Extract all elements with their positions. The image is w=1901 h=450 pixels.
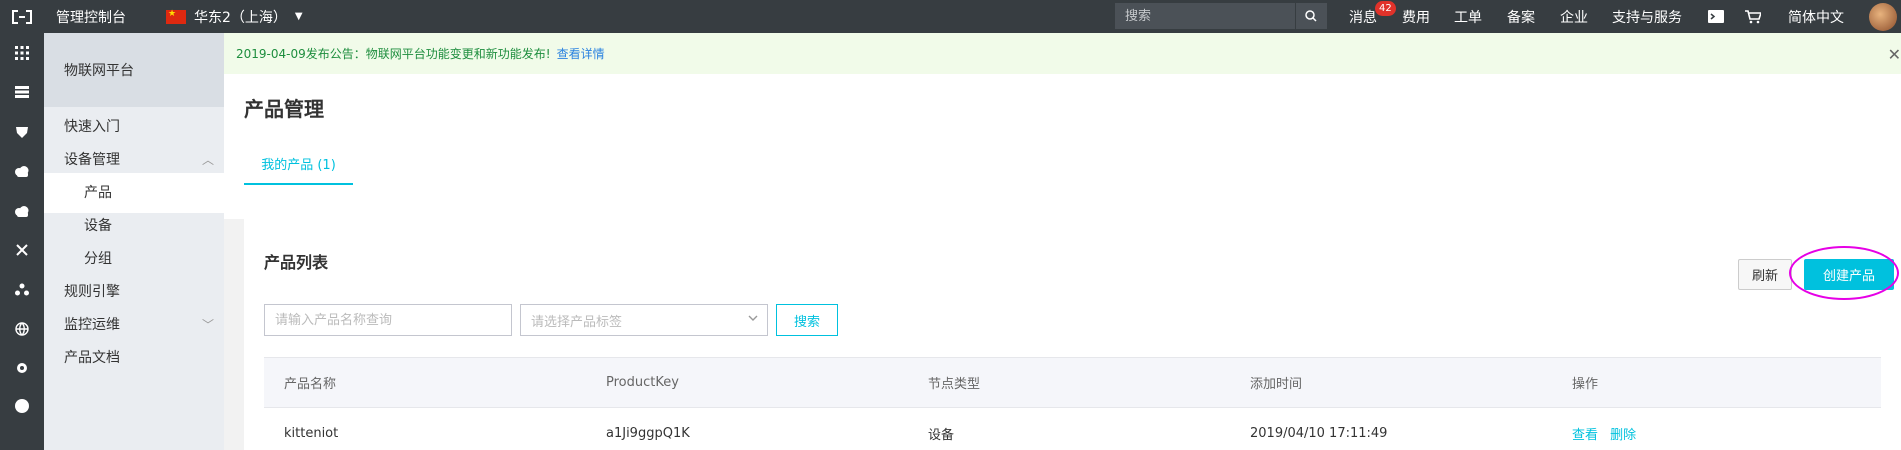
column-header-time: 添加时间 [1250, 377, 1303, 392]
sidebar-item-label: 设备管理 [64, 152, 120, 168]
nav-tickets-label: 工单 [1454, 9, 1482, 26]
cell-node-type: 设备 [928, 427, 955, 443]
sidebar-item-label: 设备 [84, 218, 112, 234]
aliyun-logo-icon[interactable] [0, 0, 44, 33]
tab-my-products[interactable]: 我的产品 (1) [244, 144, 353, 185]
delete-link[interactable]: 删除 [1610, 428, 1636, 443]
shield-icon[interactable] [12, 122, 32, 142]
close-icon[interactable]: ✕ [1888, 45, 1901, 64]
caret-down-icon: ▼ [294, 11, 303, 22]
sidebar-item-label: 产品 [84, 185, 112, 201]
product-table: 产品名称 ProductKey 节点类型 添加时间 操作 kitteniot a… [264, 357, 1881, 450]
nav-tickets[interactable]: 工单 [1454, 0, 1482, 33]
grid-menu-icon[interactable] [12, 43, 32, 63]
nodes-icon[interactable] [12, 279, 32, 299]
network-icon[interactable] [12, 240, 32, 260]
avatar[interactable] [1869, 3, 1897, 31]
cell-time: 2019/04/10 17:11:49 [1250, 425, 1388, 441]
region-selector[interactable]: 华东2（上海） ▼ [166, 7, 303, 27]
sidebar-item-docs[interactable]: 产品文档 [44, 338, 224, 378]
search-button[interactable]: 搜索 [776, 304, 838, 336]
view-link[interactable]: 查看 [1572, 428, 1598, 443]
column-header-node-type: 节点类型 [928, 377, 981, 392]
server-icon[interactable] [12, 82, 32, 102]
cart-icon[interactable] [1745, 0, 1761, 33]
table-header: 产品名称 ProductKey 节点类型 添加时间 操作 [264, 357, 1881, 408]
language-selector[interactable]: 简体中文 [1788, 0, 1844, 33]
globe-icon[interactable] [12, 319, 32, 339]
cloud-upload-icon[interactable] [12, 201, 32, 221]
nav-enterprise[interactable]: 企业 [1560, 0, 1588, 33]
product-name-search-input[interactable] [264, 304, 512, 336]
page-title: 产品管理 [244, 97, 324, 121]
nav-enterprise-label: 企业 [1560, 9, 1588, 26]
nav-filing-label: 备案 [1507, 9, 1535, 26]
messages-badge: 42 [1375, 1, 1396, 16]
cloud-icon[interactable] [12, 161, 32, 181]
column-header-actions: 操作 [1572, 377, 1599, 392]
sidebar-item-label: 监控运维 [64, 317, 120, 333]
console-title-link[interactable]: 管理控制台 [56, 7, 154, 27]
settings-cog-icon[interactable] [12, 358, 32, 378]
messages-link[interactable]: 消息 [1349, 0, 1377, 33]
chevron-down-icon [747, 312, 759, 328]
sidebar-title: 物联网平台 [44, 33, 224, 107]
refresh-button[interactable]: 刷新 [1738, 259, 1792, 290]
highlight-annotation [1789, 246, 1899, 300]
nav-fees[interactable]: 费用 [1402, 0, 1430, 33]
nav-fees-label: 费用 [1402, 9, 1430, 26]
china-flag-icon [166, 9, 186, 24]
table-row: kitteniot a1Ji9ggpQ1K 设备 2019/04/10 17:1… [264, 408, 1881, 450]
terminal-icon[interactable] [1708, 0, 1724, 33]
product-list-card: 产品列表 刷新 创建产品 请选择产品标签 搜索 产品名称 ProductKey … [244, 219, 1901, 450]
cell-productkey: a1Ji9ggpQ1K [606, 425, 690, 441]
product-tag-placeholder: 请选择产品标签 [531, 314, 623, 330]
sidebar-item-label: 产品文档 [64, 350, 120, 366]
product-tag-select[interactable]: 请选择产品标签 [520, 304, 768, 336]
language-label: 简体中文 [1788, 9, 1844, 26]
main-content: 2019-04-09发布公告：物联网平台功能变更和新功能发布! 查看详情 ✕ 产… [224, 33, 1901, 450]
announcement-link[interactable]: 查看详情 [557, 45, 605, 62]
announcement-bar: 2019-04-09发布公告：物联网平台功能变更和新功能发布! 查看详情 ✕ [224, 33, 1901, 74]
global-search-input[interactable] [1115, 3, 1295, 29]
secondary-sidebar: 物联网平台 快速入门 设备管理 ︿ 产品 设备 分组 规则引擎 监控运维 ﹀ 产… [44, 33, 224, 450]
product-icon-rail [0, 33, 44, 450]
cell-actions: 查看 删除 [1552, 424, 1881, 443]
messages-label: 消息 [1349, 9, 1377, 26]
nav-filing[interactable]: 备案 [1507, 0, 1535, 33]
sidebar-item-label: 快速入门 [64, 119, 120, 135]
nav-support-label: 支持与服务 [1612, 9, 1682, 26]
card-title: 产品列表 [264, 253, 329, 272]
sidebar-item-label: 规则引擎 [64, 284, 120, 300]
global-search [1115, 3, 1327, 29]
page-header [224, 74, 1901, 219]
sidebar-item-label: 分组 [84, 251, 112, 267]
column-header-productkey: ProductKey [606, 375, 679, 390]
circle-icon[interactable] [12, 396, 32, 416]
nav-support[interactable]: 支持与服务 [1612, 0, 1682, 33]
cell-product-name: kitteniot [284, 425, 339, 441]
search-icon[interactable] [1295, 3, 1325, 29]
column-header-name: 产品名称 [284, 377, 337, 392]
announcement-text: 2019-04-09发布公告：物联网平台功能变更和新功能发布! [236, 47, 551, 61]
region-label: 华东2（上海） [194, 9, 287, 26]
